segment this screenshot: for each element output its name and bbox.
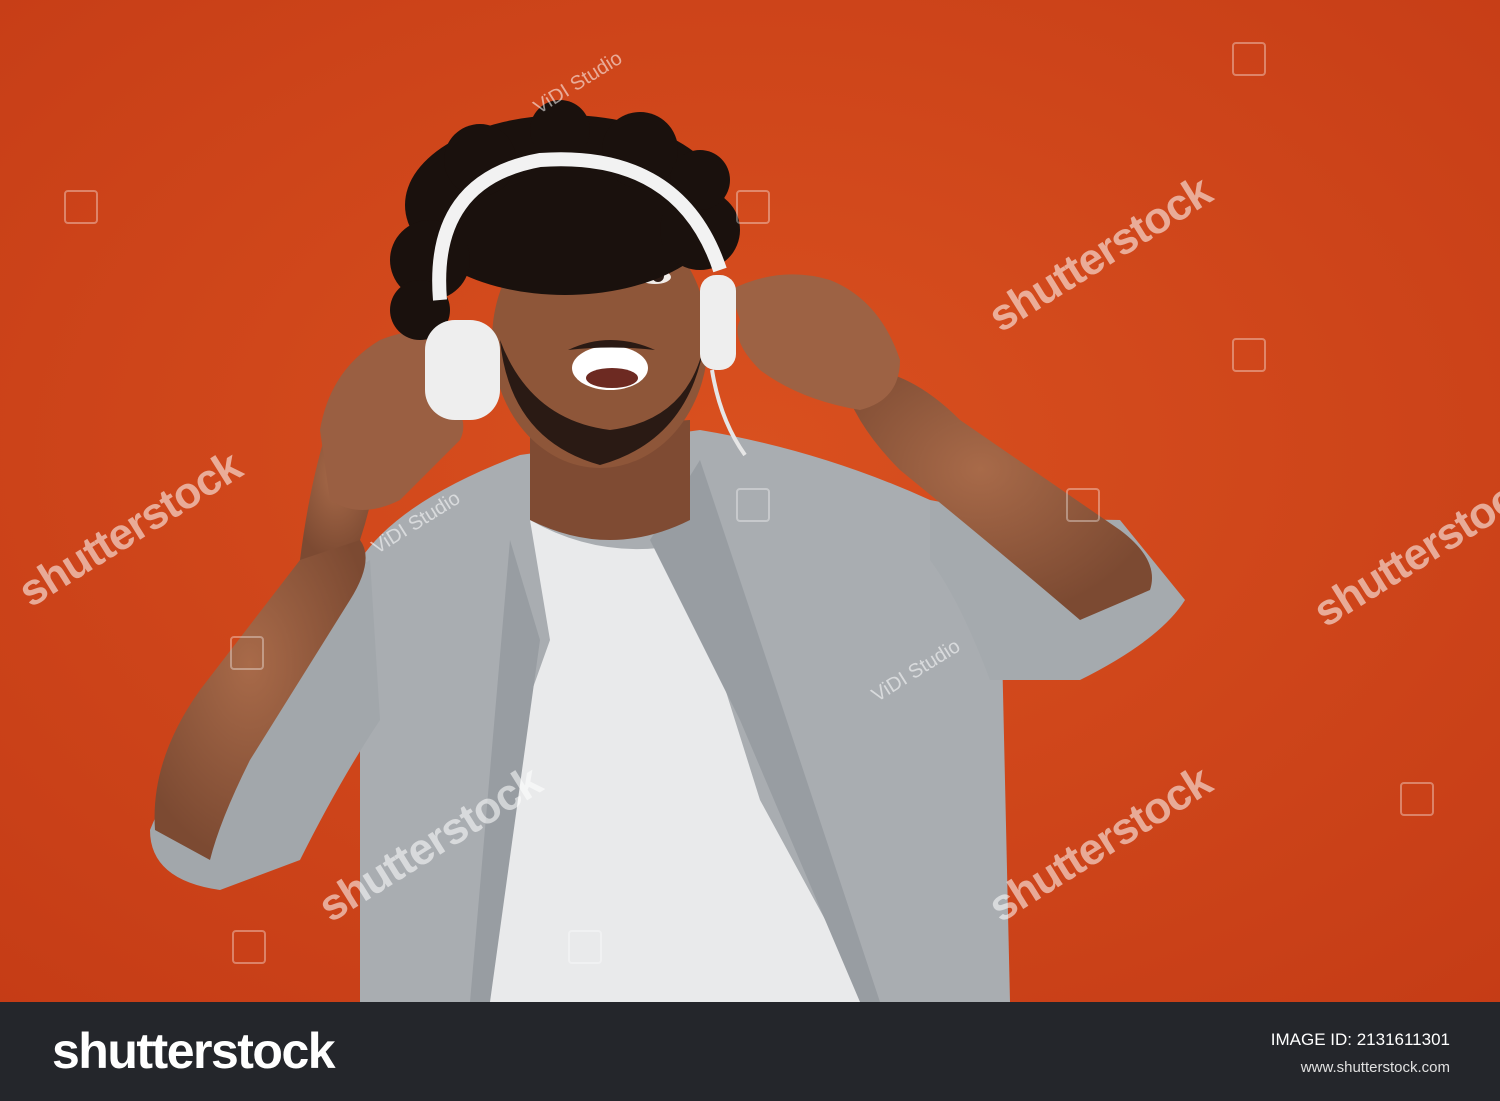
watermark-logo-icon <box>1400 782 1434 816</box>
site-url[interactable]: www.shutterstock.com <box>1301 1059 1450 1076</box>
stock-photo: ViDI Studio ViDI Studio ViDI Studio shut… <box>0 0 1500 1002</box>
watermark-logo-icon <box>1066 488 1100 522</box>
footer-bar: shutterstock IMAGE ID: 2131611301 www.sh… <box>0 1002 1500 1101</box>
watermark-logo-icon <box>1232 42 1266 76</box>
image-id: IMAGE ID: 2131611301 <box>1270 1030 1450 1049</box>
watermark-logo-icon <box>1232 338 1266 372</box>
watermark-logo-icon <box>230 636 264 670</box>
watermark-logo-icon <box>736 488 770 522</box>
watermark-logo-icon <box>568 930 602 964</box>
watermark-logo-icon <box>736 190 770 224</box>
watermark-logo-icon <box>232 930 266 964</box>
watermark-logo-icon <box>64 190 98 224</box>
shutterstock-logo[interactable]: shutterstock <box>52 1022 336 1080</box>
